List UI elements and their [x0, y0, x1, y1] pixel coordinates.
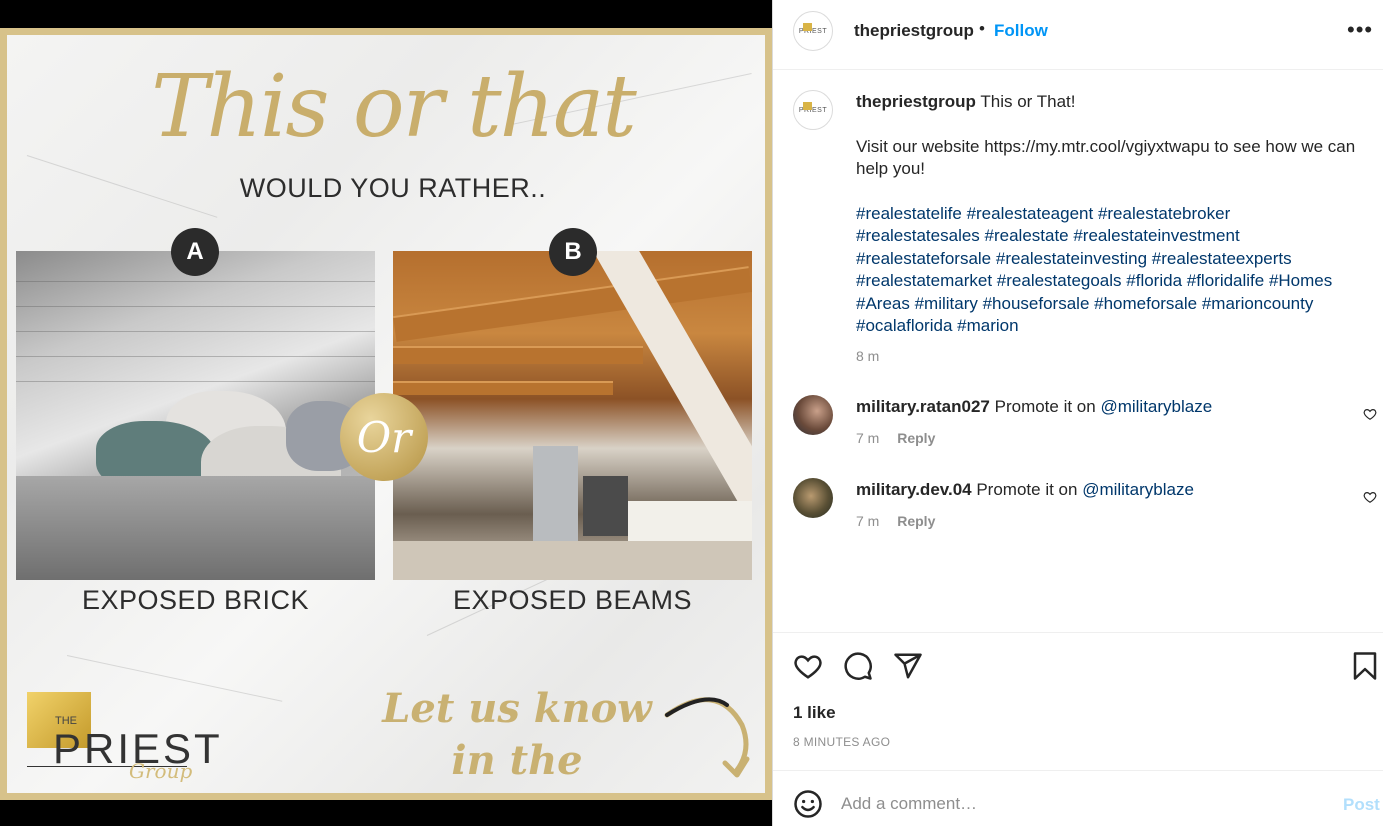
option-a-caption: EXPOSED BRICK — [81, 585, 310, 615]
reply-button[interactable]: Reply — [897, 430, 935, 446]
caption-title: This or That! — [980, 92, 1076, 111]
curved-arrow-icon — [664, 697, 750, 778]
post-side-panel: PRIEST thepriestgroup • Follow ••• PRIES… — [772, 0, 1383, 826]
photo-exposed-brick — [16, 251, 375, 580]
comment-meta: 7 m Reply — [856, 430, 935, 446]
follow-button[interactable]: Follow — [994, 21, 1048, 41]
post-image: This or that WOULD YOU RATHER.. A B Or E… — [0, 28, 772, 800]
caption-text: thepriestgroup This or That! Visit our w… — [856, 91, 1356, 338]
like-comment-heart-icon[interactable] — [1363, 407, 1377, 421]
photo-exposed-beams — [393, 251, 752, 580]
option-a-badge: A — [171, 228, 219, 276]
comment-input[interactable] — [841, 789, 1301, 819]
cta-text: Let us know in the comments! — [382, 685, 652, 793]
share-icon[interactable] — [893, 651, 923, 681]
comment-meta: 7 m Reply — [856, 513, 935, 529]
like-comment-heart-icon[interactable] — [1363, 490, 1377, 504]
post-media[interactable]: This or that WOULD YOU RATHER.. A B Or E… — [0, 0, 772, 826]
comment-icon[interactable] — [843, 651, 873, 681]
comment-mention[interactable]: @militaryblaze — [1100, 397, 1212, 416]
more-horizontal-icon[interactable]: ••• — [1347, 19, 1372, 46]
post-timestamp: 8 MINUTES AGO — [793, 735, 891, 749]
option-b-caption: EXPOSED BEAMS — [452, 585, 693, 615]
likes-count[interactable]: 1 like — [793, 703, 836, 723]
heart-icon[interactable] — [793, 651, 823, 681]
separator-dot: • — [979, 19, 985, 38]
comment: military.dev.04 Promote it on @militaryb… — [856, 479, 1356, 502]
comment-time: 7 m — [856, 430, 880, 446]
comment-text: Promote it on — [994, 397, 1096, 416]
add-comment-bar: Post — [773, 770, 1383, 826]
comment-mention[interactable]: @militaryblaze — [1082, 480, 1194, 499]
comment-avatar[interactable] — [793, 478, 833, 518]
comment-time: 7 m — [856, 513, 880, 529]
caption-website-line: Visit our website https://my.mtr.cool/vg… — [856, 136, 1356, 179]
comment-username[interactable]: military.ratan027 — [856, 397, 990, 416]
comment: military.ratan027 Promote it on @militar… — [856, 396, 1356, 419]
bookmark-icon[interactable] — [1350, 651, 1380, 681]
or-circle: Or — [340, 393, 428, 481]
comment-username[interactable]: military.dev.04 — [856, 480, 972, 499]
comment-avatar[interactable] — [793, 395, 833, 435]
post-header: PRIEST thepriestgroup • Follow ••• — [773, 0, 1383, 70]
header-username[interactable]: thepriestgroup — [854, 21, 974, 41]
caption-hashtags[interactable]: #realestatelife #realestateagent #reales… — [856, 203, 1356, 338]
post-actions: 1 like 8 MINUTES AGO — [773, 632, 1383, 770]
comments-section[interactable]: PRIEST thepriestgroup This or That! Visi… — [773, 70, 1383, 632]
reply-button[interactable]: Reply — [897, 513, 935, 529]
post-comment-button[interactable]: Post — [1343, 795, 1380, 815]
subtitle: WOULD YOU RATHER.. — [239, 173, 547, 203]
avatar[interactable]: PRIEST — [793, 11, 833, 51]
caption-username[interactable]: thepriestgroup — [856, 92, 976, 111]
title-script: This or that — [151, 57, 637, 157]
priest-group-logo: THE PRIEST Group — [27, 687, 220, 787]
comment-text: Promote it on — [976, 480, 1078, 499]
caption-avatar[interactable]: PRIEST — [793, 90, 833, 130]
option-b-badge: B — [549, 228, 597, 276]
caption-time: 8 m — [856, 348, 880, 364]
emoji-icon[interactable] — [793, 789, 823, 819]
